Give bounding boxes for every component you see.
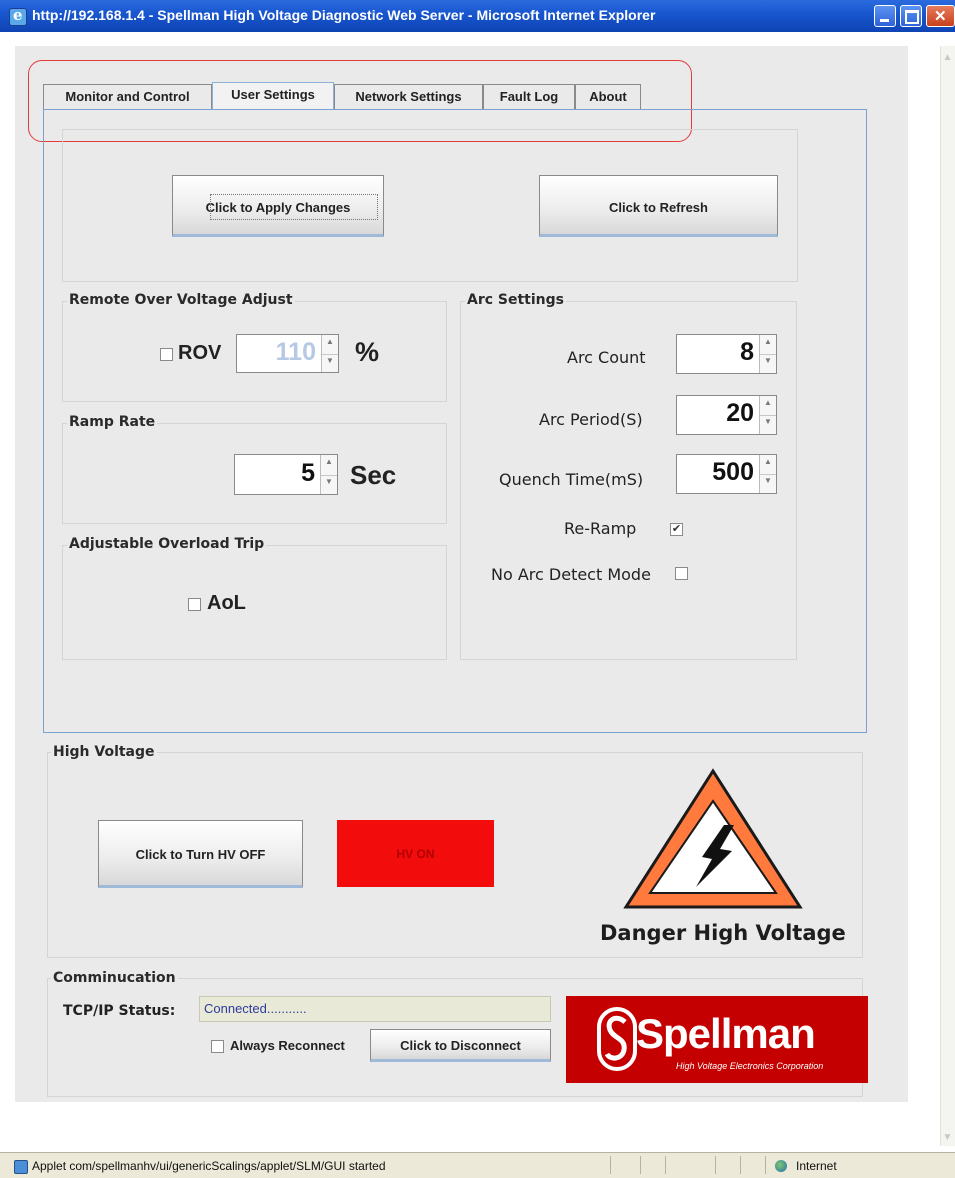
window-title-bar: http://192.168.1.4 - Spellman High Volta… (0, 0, 955, 32)
refresh-button[interactable]: Click to Refresh (539, 175, 778, 237)
hv-on-indicator: HV ON (337, 820, 494, 887)
chevron-down-icon[interactable]: ▼ (760, 354, 776, 373)
spinner-arrows[interactable]: ▲ ▼ (759, 455, 776, 493)
quench-time-spinner[interactable]: 500 ▲ ▼ (676, 454, 777, 494)
rov-group-title: Remote Over Voltage Adjust (67, 292, 295, 308)
scroll-down-icon[interactable]: ▼ (942, 1132, 953, 1144)
tcp-status-label: TCP/IP Status: (63, 1003, 176, 1019)
spinner-arrows[interactable]: ▲ ▼ (759, 335, 776, 373)
quench-time-label: Quench Time(mS) (499, 470, 644, 489)
disconnect-button[interactable]: Click to Disconnect (370, 1029, 551, 1062)
status-divider (715, 1156, 716, 1174)
maximize-button[interactable] (900, 5, 922, 27)
ramp-rate-value: 5 (301, 459, 315, 487)
status-message: Applet com/spellmanhv/ui/genericScalings… (32, 1159, 386, 1173)
spinner-arrows[interactable]: ▲ ▼ (321, 335, 338, 372)
danger-triangle-icon (623, 768, 803, 909)
hv-on-label: HV ON (396, 847, 435, 861)
minimize-button[interactable] (874, 5, 896, 27)
always-reconnect-checkbox[interactable] (211, 1040, 224, 1053)
status-divider (740, 1156, 741, 1174)
spinner-arrows[interactable]: ▲ ▼ (320, 455, 337, 494)
no-arc-detect-checkbox[interactable] (675, 567, 688, 580)
rov-checkbox[interactable] (160, 348, 173, 361)
danger-warning-text: Danger High Voltage (600, 921, 846, 945)
ramp-rate-spinner[interactable]: 5 ▲ ▼ (234, 454, 338, 495)
no-arc-detect-label: No Arc Detect Mode (491, 565, 651, 584)
chevron-down-icon[interactable]: ▼ (321, 475, 337, 495)
vertical-scrollbar[interactable] (940, 46, 955, 1146)
quench-time-value: 500 (712, 458, 754, 486)
overload-trip-group-title: Adjustable Overload Trip (67, 536, 267, 552)
aol-checkbox[interactable] (188, 598, 201, 611)
rov-unit: % (355, 337, 380, 367)
chevron-up-icon[interactable]: ▲ (760, 335, 776, 355)
chevron-up-icon[interactable]: ▲ (321, 455, 337, 476)
turn-hv-off-label: Click to Turn HV OFF (135, 847, 266, 862)
arc-settings-group-title: Arc Settings (465, 292, 566, 308)
re-ramp-checkbox[interactable]: ✔ (670, 523, 683, 536)
spellman-tagline: High Voltage Electronics Corporation (676, 1061, 824, 1071)
zone-label: Internet (796, 1159, 837, 1173)
rov-spinner[interactable]: 110 ▲ ▼ (236, 334, 339, 373)
rov-value: 110 (275, 338, 316, 366)
internet-explorer-icon (9, 6, 27, 26)
focus-ring (210, 194, 378, 220)
chevron-down-icon[interactable]: ▼ (760, 474, 776, 493)
globe-icon (775, 1160, 787, 1172)
chevron-up-icon[interactable]: ▲ (322, 335, 338, 355)
arc-count-value: 8 (740, 338, 754, 366)
high-voltage-group-title: High Voltage (51, 744, 157, 760)
spellman-brand: Spellman (636, 1010, 816, 1057)
chevron-up-icon[interactable]: ▲ (760, 396, 776, 416)
status-divider (665, 1156, 666, 1174)
window-title: http://192.168.1.4 - Spellman High Volta… (32, 7, 656, 23)
scroll-up-icon[interactable]: ▲ (942, 52, 953, 64)
rov-label: ROV (178, 342, 222, 364)
chevron-down-icon[interactable]: ▼ (322, 354, 338, 373)
overload-trip-group (62, 545, 447, 660)
applet-status-icon (14, 1160, 28, 1174)
arc-period-value: 20 (726, 399, 754, 427)
ramp-rate-unit: Sec (350, 460, 397, 490)
re-ramp-label: Re-Ramp (564, 519, 637, 538)
close-button[interactable] (926, 5, 955, 27)
tcp-status-field: Connected........... (199, 996, 551, 1022)
tcp-status-value: Connected........... (204, 1001, 307, 1016)
spinner-arrows[interactable]: ▲ ▼ (759, 396, 776, 434)
chevron-down-icon[interactable]: ▼ (760, 415, 776, 434)
status-divider (640, 1156, 641, 1174)
arc-count-label: Arc Count (567, 348, 646, 367)
always-reconnect-label: Always Reconnect (230, 1038, 345, 1053)
status-divider (765, 1156, 766, 1174)
aol-label: AoL (207, 592, 246, 614)
ramp-rate-group-title: Ramp Rate (67, 414, 158, 430)
refresh-label: Click to Refresh (609, 200, 708, 215)
spellman-s-icon (597, 1007, 637, 1071)
disconnect-label: Click to Disconnect (400, 1038, 521, 1053)
spellman-logo: Spellman High Voltage Electronics Corpor… (566, 996, 868, 1083)
arc-period-label: Arc Period(S) (539, 410, 643, 429)
chevron-up-icon[interactable]: ▲ (760, 455, 776, 475)
turn-hv-off-button[interactable]: Click to Turn HV OFF (98, 820, 303, 888)
status-divider (610, 1156, 611, 1174)
communication-group-title: Comminucation (51, 970, 178, 986)
arc-count-spinner[interactable]: 8 ▲ ▼ (676, 334, 777, 374)
arc-period-spinner[interactable]: 20 ▲ ▼ (676, 395, 777, 435)
